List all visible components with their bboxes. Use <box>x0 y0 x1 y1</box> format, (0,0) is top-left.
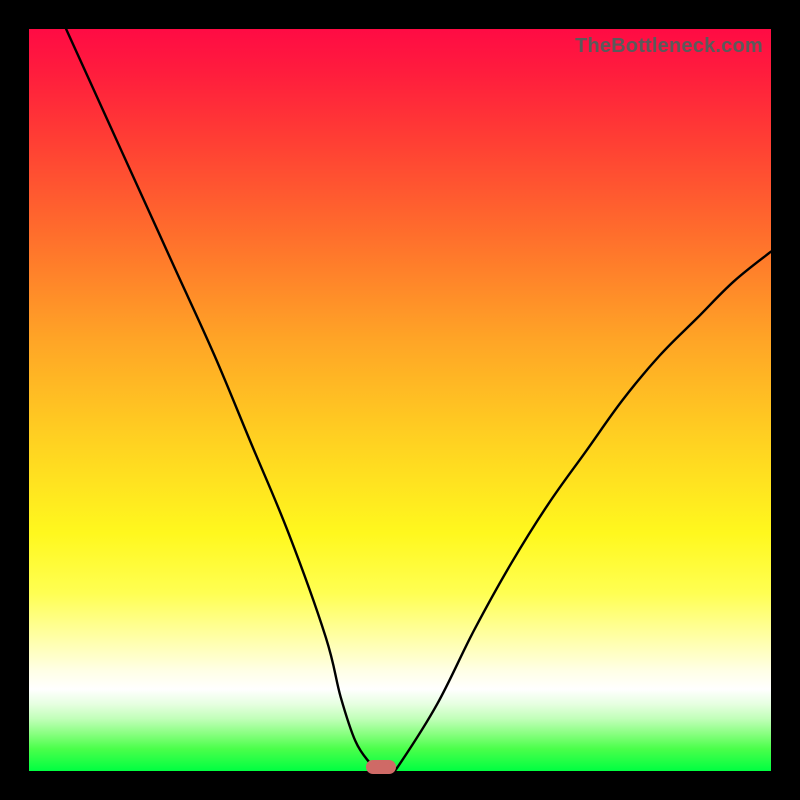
min-marker <box>366 760 396 774</box>
chart-frame: TheBottleneck.com <box>0 0 800 800</box>
curve-svg <box>29 29 771 771</box>
plot-area: TheBottleneck.com <box>29 29 771 771</box>
bottleneck-curve-path <box>66 29 771 772</box>
